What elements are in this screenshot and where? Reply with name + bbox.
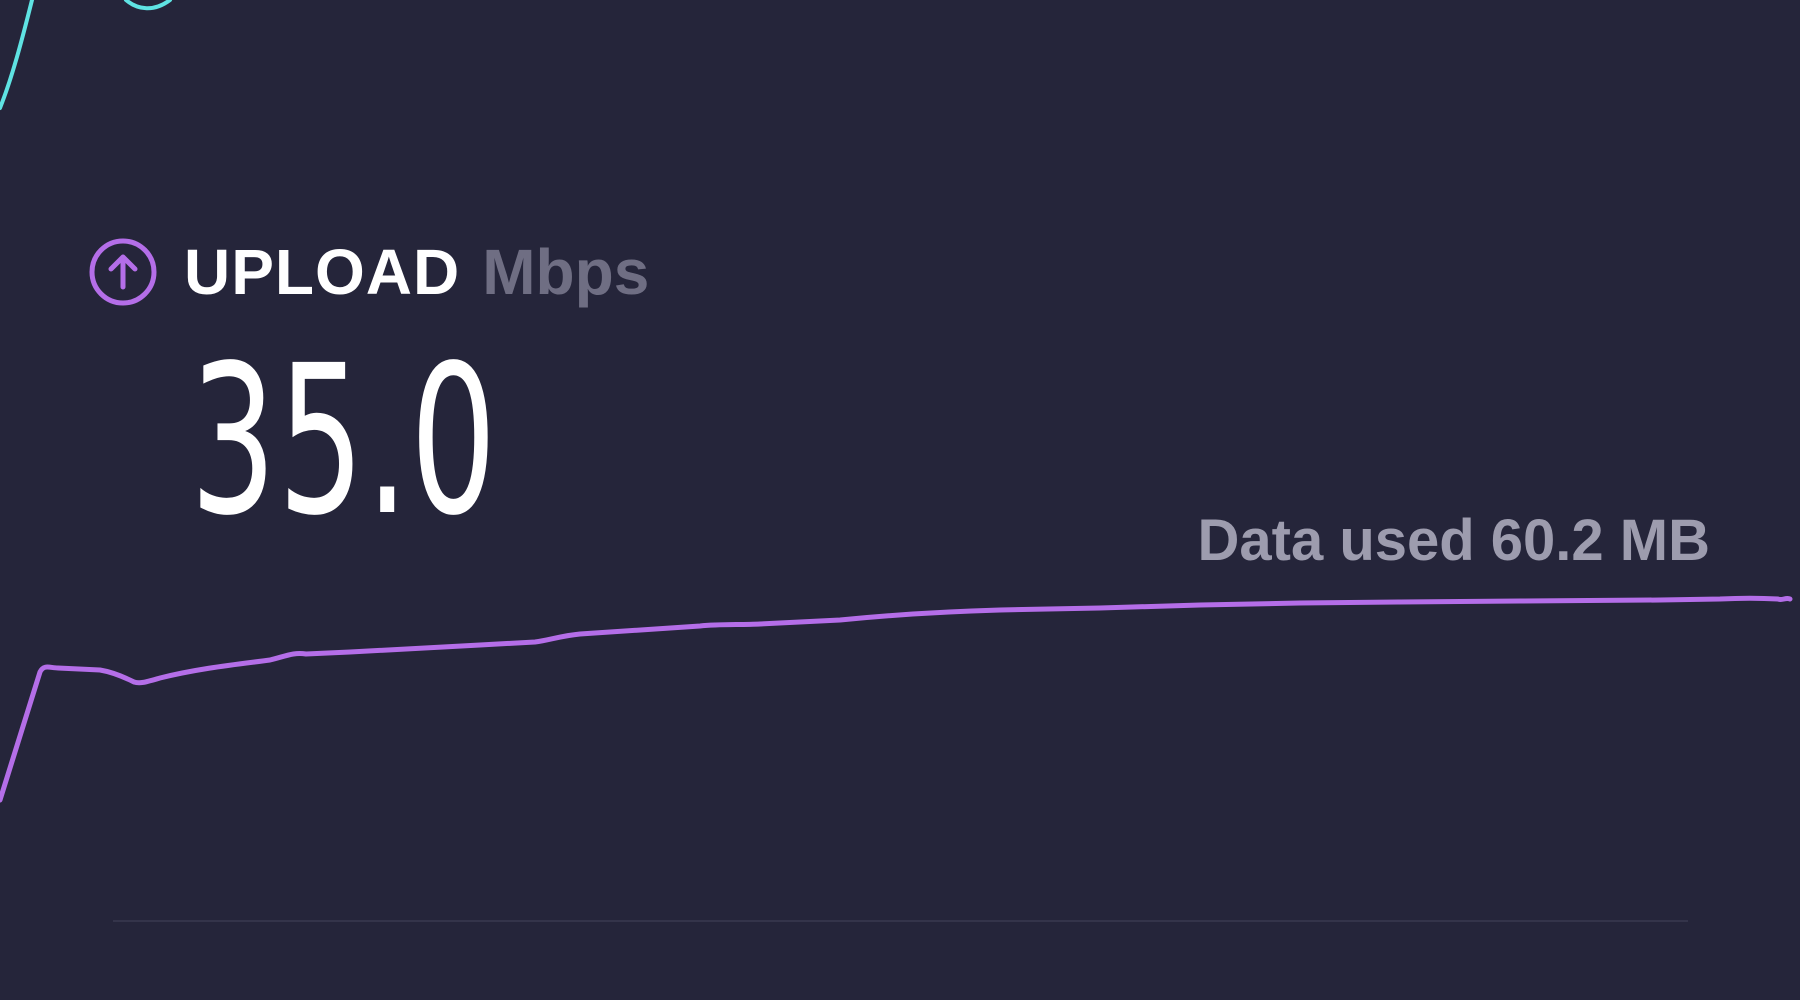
data-used-label: Data used 60.2 MB [1197,508,1710,573]
upload-unit: Mbps [482,236,650,308]
download-speed-line [0,0,172,110]
arrow-up-circle-icon [89,238,157,306]
upload-header: UPLOAD Mbps [88,224,649,320]
upload-speed-line [0,595,1793,803]
upload-label: UPLOAD [184,236,461,308]
upload-speed-value: 35.0 [190,321,499,561]
